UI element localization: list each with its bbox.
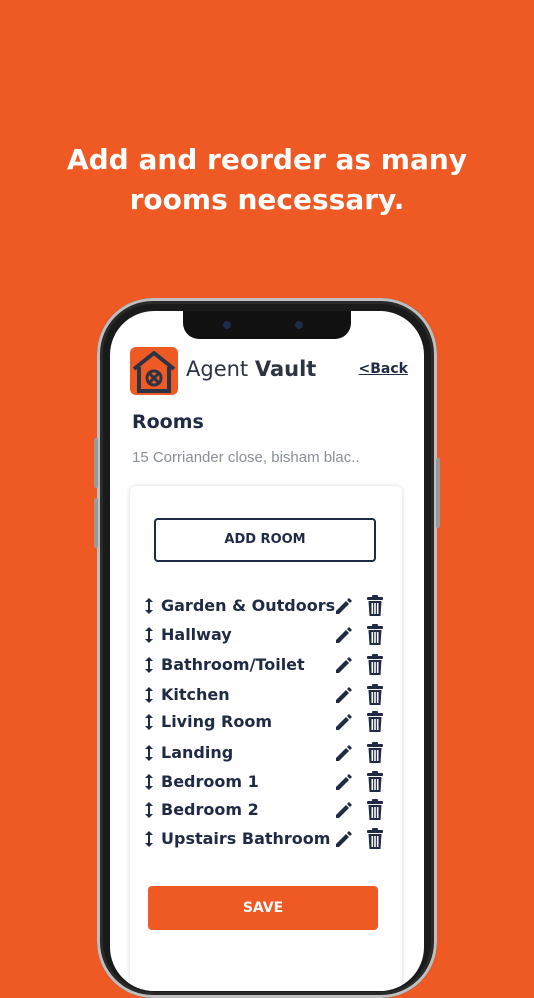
- drag-handle-icon[interactable]: [144, 686, 154, 704]
- headline-line-1: Add and reorder as many: [66, 143, 468, 176]
- delete-trash-icon[interactable]: [366, 771, 384, 793]
- drag-handle-icon[interactable]: [144, 656, 154, 674]
- delete-trash-icon[interactable]: [366, 624, 384, 646]
- room-row[interactable]: Landing: [144, 741, 394, 765]
- edit-pencil-icon[interactable]: [334, 685, 354, 705]
- room-row[interactable]: Living Room: [144, 710, 394, 734]
- drag-handle-icon[interactable]: [144, 773, 154, 791]
- room-name: Bedroom 1: [161, 772, 259, 791]
- back-link[interactable]: <Back: [359, 361, 408, 377]
- edit-pencil-icon[interactable]: [334, 743, 354, 763]
- edit-pencil-icon[interactable]: [334, 829, 354, 849]
- edit-pencil-icon[interactable]: [334, 800, 354, 820]
- property-address: 15 Corriander close, bisham blac..: [132, 449, 360, 466]
- room-name: Bathroom/Toilet: [161, 655, 305, 674]
- house-safe-icon: [130, 347, 178, 395]
- save-button[interactable]: SAVE: [148, 886, 378, 930]
- room-name: Living Room: [161, 712, 272, 731]
- room-name: Upstairs Bathroom: [161, 829, 331, 848]
- room-row[interactable]: Upstairs Bathroom: [144, 827, 394, 851]
- room-row[interactable]: Garden & Outdoors: [144, 594, 394, 618]
- rooms-card: ADD ROOM Garden & Outdoors Hallway Bathroo…: [130, 486, 402, 991]
- phone-frame: Agent Vault <Back Rooms 15 Corriander cl…: [94, 298, 440, 998]
- edit-pencil-icon[interactable]: [334, 712, 354, 732]
- page-title: Rooms: [132, 411, 204, 433]
- drag-handle-icon[interactable]: [144, 597, 154, 615]
- phone-side-button-left-1: [94, 438, 98, 488]
- delete-trash-icon[interactable]: [366, 799, 384, 821]
- brand-bold-text: Vault: [254, 357, 317, 381]
- add-room-button[interactable]: ADD ROOM: [154, 518, 376, 562]
- app-header: Agent Vault <Back: [130, 347, 408, 397]
- room-row[interactable]: Hallway: [144, 623, 394, 647]
- room-row[interactable]: Kitchen: [144, 683, 394, 707]
- headline-line-2: rooms necessary.: [129, 183, 405, 216]
- drag-handle-icon[interactable]: [144, 626, 154, 644]
- delete-trash-icon[interactable]: [366, 828, 384, 850]
- room-name: Hallway: [161, 625, 232, 644]
- room-row[interactable]: Bedroom 1: [144, 770, 394, 794]
- room-name: Bedroom 2: [161, 800, 259, 819]
- phone-side-button-right: [436, 458, 440, 528]
- phone-side-button-left-2: [94, 498, 98, 548]
- delete-trash-icon[interactable]: [366, 595, 384, 617]
- drag-handle-icon[interactable]: [144, 713, 154, 731]
- front-camera-icon: [223, 321, 231, 329]
- room-row[interactable]: Bedroom 2: [144, 798, 394, 822]
- room-name: Kitchen: [161, 685, 230, 704]
- sensor-icon: [295, 321, 303, 329]
- phone-notch: [183, 311, 351, 339]
- app-brand-name: Agent Vault: [186, 357, 316, 381]
- edit-pencil-icon[interactable]: [334, 625, 354, 645]
- edit-pencil-icon[interactable]: [334, 596, 354, 616]
- delete-trash-icon[interactable]: [366, 654, 384, 676]
- drag-handle-icon[interactable]: [144, 830, 154, 848]
- delete-trash-icon[interactable]: [366, 684, 384, 706]
- promo-headline: Add and reorder as many rooms necessary.: [0, 140, 534, 220]
- edit-pencil-icon[interactable]: [334, 772, 354, 792]
- edit-pencil-icon[interactable]: [334, 655, 354, 675]
- delete-trash-icon[interactable]: [366, 742, 384, 764]
- delete-trash-icon[interactable]: [366, 711, 384, 733]
- room-name: Garden & Outdoors: [161, 596, 336, 615]
- drag-handle-icon[interactable]: [144, 744, 154, 762]
- brand-regular-text: Agent: [186, 357, 255, 381]
- drag-handle-icon[interactable]: [144, 801, 154, 819]
- room-row[interactable]: Bathroom/Toilet: [144, 653, 394, 677]
- room-name: Landing: [161, 743, 234, 762]
- phone-screen: Agent Vault <Back Rooms 15 Corriander cl…: [110, 311, 424, 991]
